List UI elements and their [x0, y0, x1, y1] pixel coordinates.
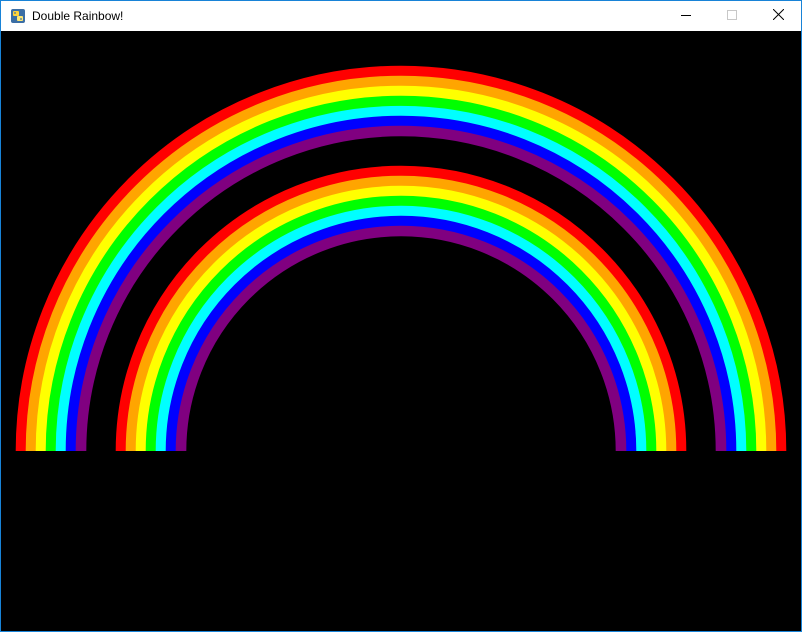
window-title: Double Rainbow!: [32, 9, 124, 23]
maximize-button[interactable]: [709, 1, 755, 31]
app-window: Double Rainbow!: [0, 0, 802, 632]
python-icon: [10, 8, 26, 24]
maximize-icon: [727, 7, 737, 25]
rainbow-drawing: [15, 65, 787, 452]
close-button[interactable]: [755, 1, 801, 31]
minimize-button[interactable]: [663, 1, 709, 31]
inner-rainbow: [115, 165, 687, 452]
title-bar[interactable]: Double Rainbow!: [1, 1, 801, 31]
close-icon: [772, 7, 784, 25]
minimize-icon: [681, 7, 691, 25]
drawing-canvas[interactable]: [1, 31, 801, 631]
